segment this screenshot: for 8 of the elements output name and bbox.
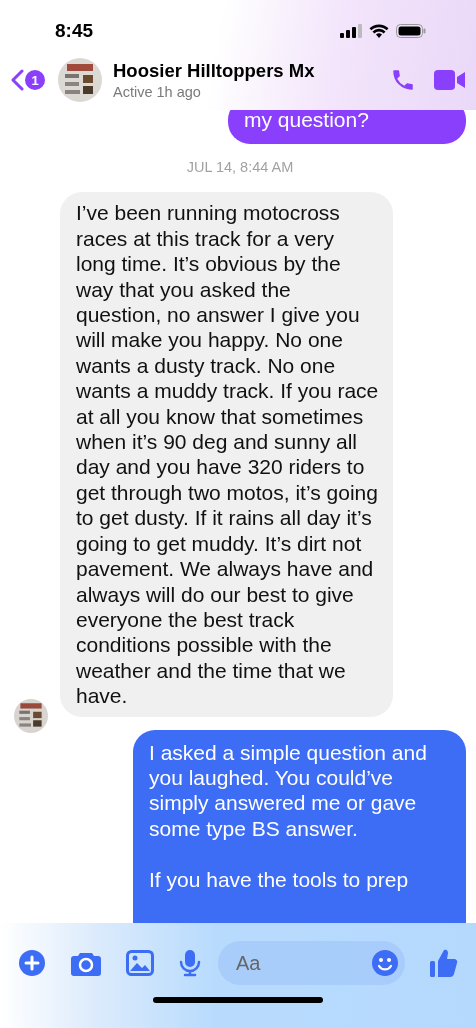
back-button[interactable]: 1 <box>10 69 45 91</box>
active-status: Active 1h ago <box>113 84 202 100</box>
contact-name: Hoosier Hilltoppers Mx <box>113 60 316 82</box>
unread-badge: 1 <box>25 70 45 90</box>
timestamp: JUL 14, 8:44 AM <box>185 159 295 176</box>
message-bubble: I’ve been running motocross races at this track for a very long time. It’s obvious by the way that you asked the question, no answer I give you will make you happy. No one wants a dusty track. No one wants a muddy track. If you race at all you know that sometimes when it’s 90 deg and sunny all day and you have 320 riders to get through two motos, it’s going to get dusty. If it rains all day it’s going to get muddy. It’s dirt not pavement. We always have and always will do our best to give everyone the best track conditions possible with the weather and the time that we have. <box>60 192 393 717</box>
status-time: 8:45 <box>55 20 94 42</box>
message-field[interactable]: Aa <box>218 941 405 985</box>
